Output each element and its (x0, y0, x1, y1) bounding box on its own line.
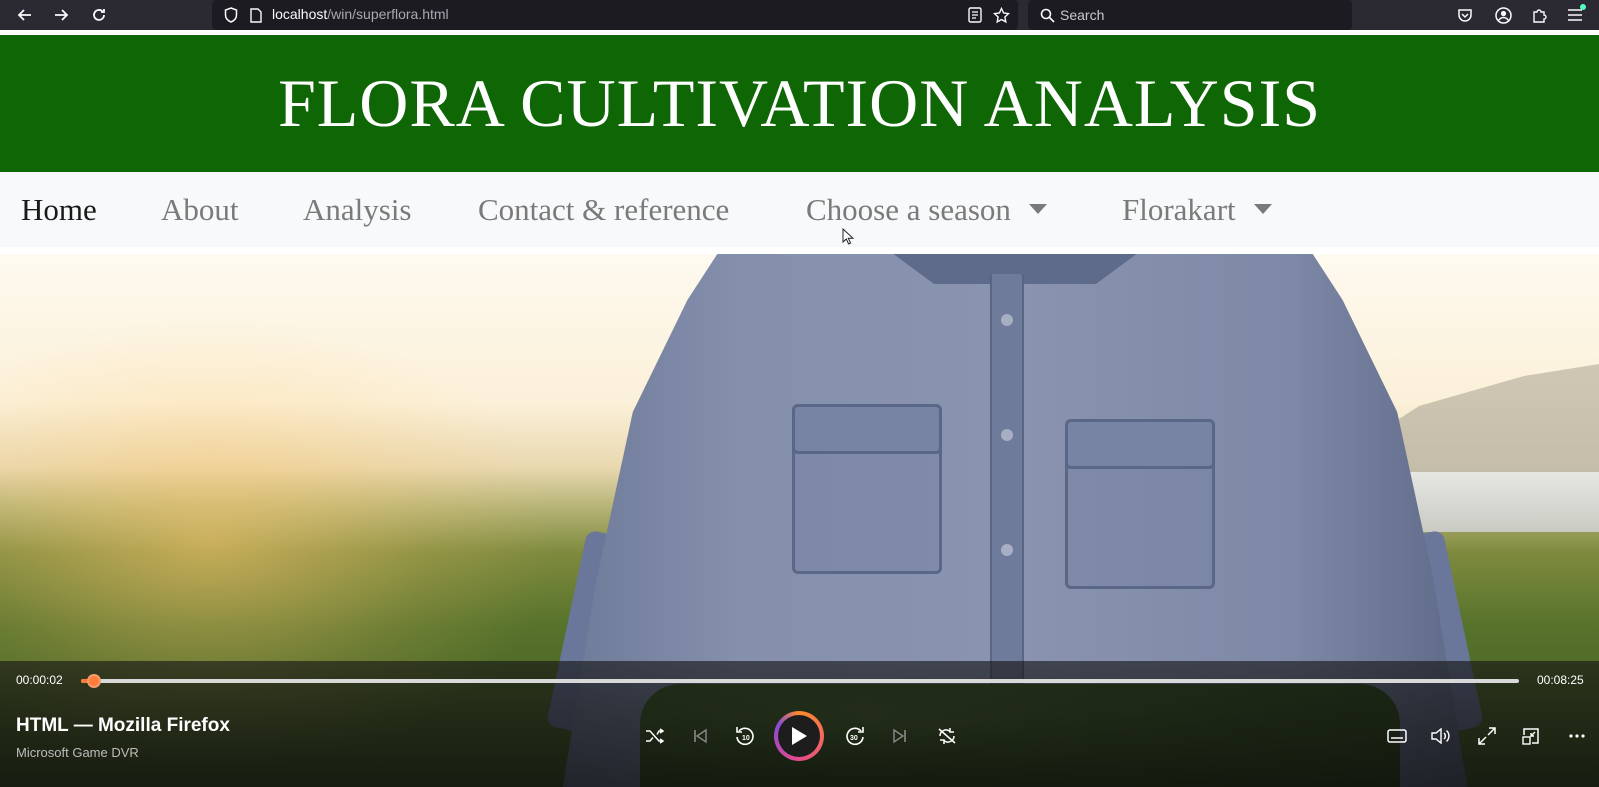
url-text[interactable]: localhost/win/superflora.html (272, 6, 449, 22)
caret-down-icon (1028, 203, 1047, 214)
nav-contact-reference[interactable]: Contact & reference (478, 192, 729, 228)
bookmark-star-icon[interactable] (990, 0, 1012, 30)
shirt-button (1001, 314, 1013, 326)
site-navbar: Home About Analysis Contact & reference … (0, 172, 1599, 247)
search-placeholder: Search (1060, 7, 1105, 23)
svg-text:30: 30 (850, 735, 858, 742)
fullscreen-icon[interactable] (1472, 721, 1502, 751)
media-player-overlay: 00:00:02 00:08:25 HTML — Mozilla Firefox… (0, 661, 1599, 787)
menu-icon[interactable] (1562, 2, 1588, 28)
nav-about[interactable]: About (161, 192, 239, 228)
browser-toolbar: localhost/win/superflora.html Search (0, 0, 1599, 30)
pocket-icon[interactable] (1452, 2, 1478, 28)
update-dot (1580, 4, 1586, 10)
total-time: 00:08:25 (1537, 673, 1584, 687)
nav-home[interactable]: Home (21, 192, 97, 228)
account-icon[interactable] (1490, 2, 1516, 28)
nav-choose-season-dropdown[interactable]: Choose a season (806, 192, 1047, 228)
shield-icon[interactable] (220, 0, 242, 30)
nav-season-label: Choose a season (806, 192, 1011, 227)
mouse-pointer-icon (842, 227, 855, 250)
forward-arrow-icon[interactable] (48, 2, 74, 28)
url-bar[interactable]: localhost/win/superflora.html (212, 0, 1018, 30)
nav-florakart-label: Florakart (1122, 192, 1236, 227)
next-track-icon[interactable] (885, 721, 915, 751)
right-pocket (1065, 419, 1215, 589)
extensions-icon[interactable] (1526, 2, 1552, 28)
screen: localhost/win/superflora.html Search FLO… (0, 0, 1599, 787)
nav-florakart-dropdown[interactable]: Florakart (1122, 192, 1272, 228)
media-title: HTML — Mozilla Firefox (16, 715, 230, 736)
previous-track-icon[interactable] (685, 721, 715, 751)
caret-down-icon (1253, 203, 1272, 214)
forward-30-icon[interactable]: 30 (840, 721, 870, 751)
rewind-10-icon[interactable]: 10 (730, 721, 760, 751)
mini-player-icon[interactable] (1516, 721, 1546, 751)
search-icon (1036, 0, 1058, 30)
play-icon (778, 715, 820, 757)
left-pocket (792, 404, 942, 574)
reload-icon[interactable] (86, 2, 112, 28)
volume-icon[interactable] (1426, 721, 1456, 751)
reader-view-icon[interactable] (964, 0, 986, 30)
media-source-app: Microsoft Game DVR (16, 745, 139, 760)
seek-bar[interactable] (81, 674, 1519, 688)
current-time: 00:00:02 (16, 673, 63, 687)
back-arrow-icon[interactable] (12, 2, 38, 28)
seek-thumb[interactable] (87, 674, 101, 688)
svg-text:10: 10 (742, 735, 750, 742)
url-host: localhost (272, 6, 328, 22)
page-icon[interactable] (245, 0, 267, 30)
pocket-flap (1065, 419, 1215, 469)
site-title: FLORA CULTIVATION ANALYSIS (277, 65, 1322, 141)
search-bar[interactable]: Search (1028, 0, 1352, 30)
nav-analysis[interactable]: Analysis (303, 192, 412, 228)
site-header: FLORA CULTIVATION ANALYSIS (0, 35, 1599, 172)
shirt-button (1001, 544, 1013, 556)
repeat-off-icon[interactable] (932, 721, 962, 751)
url-path: /win/superflora.html (327, 6, 449, 22)
pocket-flap (792, 404, 942, 454)
play-button[interactable] (774, 711, 824, 761)
captions-icon[interactable] (1382, 721, 1412, 751)
more-options-icon[interactable] (1562, 721, 1592, 751)
shirt-button (1001, 429, 1013, 441)
shuffle-icon[interactable] (640, 721, 670, 751)
